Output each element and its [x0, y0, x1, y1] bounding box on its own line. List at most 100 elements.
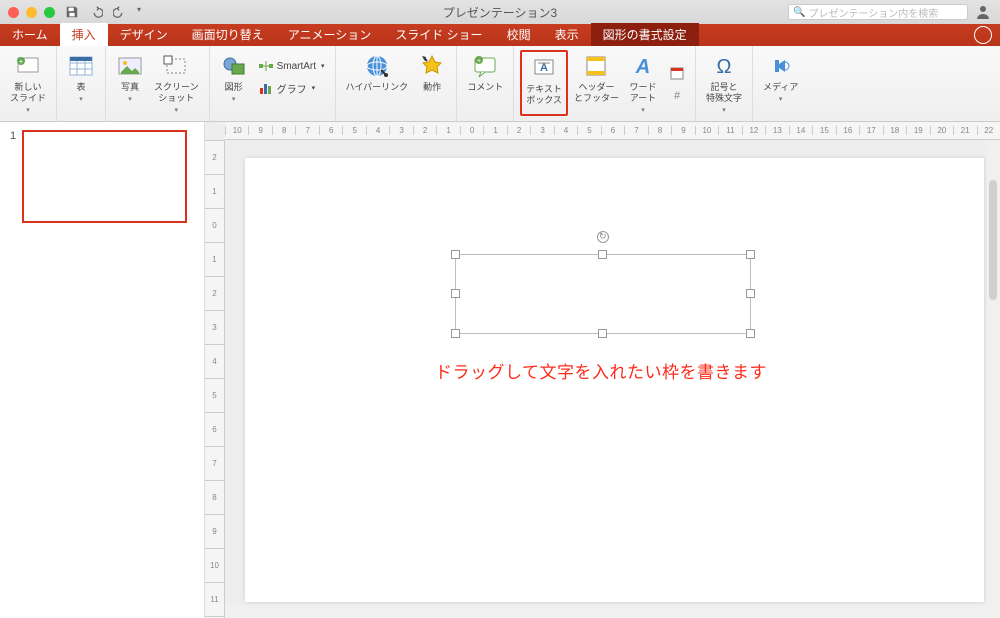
new-slide-icon: + — [14, 52, 42, 80]
ruler-tick: 1 — [483, 126, 506, 135]
tab-slideshow[interactable]: スライド ショー — [383, 23, 494, 46]
resize-handle-ml[interactable] — [451, 289, 460, 298]
action-button[interactable]: 動作 — [414, 50, 450, 95]
textbox-button[interactable]: A テキスト ボックス — [520, 50, 568, 116]
search-input[interactable]: 🔍 プレゼンテーション内を検索 — [788, 4, 968, 20]
action-label: 動作 — [423, 82, 441, 93]
resize-handle-tl[interactable] — [451, 250, 460, 259]
ruler-tick: 2 — [413, 126, 436, 135]
date-time-icon — [669, 65, 685, 81]
resize-handle-mr[interactable] — [746, 289, 755, 298]
ribbon: + 新しい スライド ▾ 表 ▾ 写真 ▾ スクリーン ショット ▾ — [0, 46, 1000, 122]
resize-handle-tr[interactable] — [746, 250, 755, 259]
tab-design[interactable]: デザイン — [108, 23, 180, 46]
maximize-window-button[interactable] — [44, 7, 55, 18]
shapes-button[interactable]: 図形 ▾ — [216, 50, 252, 105]
header-footer-button[interactable]: ヘッダー とフッター — [570, 50, 623, 116]
tab-home[interactable]: ホーム — [0, 23, 60, 46]
feedback-icon[interactable] — [974, 26, 992, 44]
ruler-tick: 1 — [205, 242, 224, 276]
ruler-tick: 6 — [205, 412, 224, 446]
save-icon[interactable] — [65, 5, 79, 19]
pictures-label: 写真 — [121, 82, 139, 93]
tab-animations[interactable]: アニメーション — [276, 23, 384, 46]
ruler-tick: 13 — [765, 126, 788, 135]
resize-handle-tm[interactable] — [598, 250, 607, 259]
resize-handle-bm[interactable] — [598, 329, 607, 338]
instruction-text: ドラッグして文字を入れたい枠を書きます — [435, 358, 767, 383]
scrollbar-thumb[interactable] — [989, 180, 997, 300]
minimize-window-button[interactable] — [26, 7, 37, 18]
ruler-tick: 10 — [225, 126, 248, 135]
ruler-tick: 5 — [342, 126, 365, 135]
ruler-tick: 10 — [205, 548, 224, 582]
horizontal-scrollbar[interactable] — [225, 605, 987, 618]
document-title: プレゼンテーション3 — [443, 4, 557, 21]
redo-icon[interactable] — [113, 5, 127, 19]
hyperlink-button[interactable]: ハイパーリンク — [342, 50, 413, 95]
quick-access-toolbar: ▾ — [65, 5, 151, 19]
ruler-tick: 9 — [248, 126, 271, 135]
textbox-shape[interactable] — [455, 254, 751, 334]
tab-shape-format[interactable]: 図形の書式設定 — [591, 23, 699, 46]
ruler-tick: 6 — [601, 126, 624, 135]
tab-view[interactable]: 表示 — [543, 23, 591, 46]
qat-dropdown-icon[interactable]: ▾ — [137, 5, 151, 19]
ruler-tick: 0 — [205, 208, 224, 242]
slide-canvas[interactable]: ドラッグして文字を入れたい枠を書きます — [245, 158, 984, 602]
table-button[interactable]: 表 ▾ — [63, 50, 99, 105]
workspace: 1 10987654321012345678910111213141516171… — [0, 122, 1000, 618]
ruler-tick: 21 — [953, 126, 976, 135]
screenshot-label: スクリーン ショット — [154, 82, 199, 104]
rotate-handle[interactable] — [597, 231, 609, 243]
search-placeholder: プレゼンテーション内を検索 — [808, 5, 938, 20]
vertical-scrollbar[interactable] — [987, 140, 1000, 618]
svg-text:Ω: Ω — [716, 56, 731, 78]
ruler-tick: 4 — [554, 126, 577, 135]
ruler-tick: 2 — [205, 276, 224, 310]
smartart-button[interactable]: SmartArt▾ — [254, 56, 329, 76]
comment-label: コメント — [467, 82, 503, 93]
resize-handle-bl[interactable] — [451, 329, 460, 338]
ruler-tick: 22 — [977, 126, 1000, 135]
symbols-label: 記号と 特殊文字 — [706, 82, 742, 104]
ruler-tick: 10 — [695, 126, 718, 135]
wordart-button[interactable]: A ワード アート ▾ — [625, 50, 661, 116]
ruler-tick: 2 — [507, 126, 530, 135]
new-slide-button[interactable]: + 新しい スライド ▾ — [6, 50, 50, 116]
svg-text:+: + — [477, 58, 481, 65]
tab-review[interactable]: 校閲 — [495, 23, 543, 46]
smartart-icon — [258, 58, 274, 74]
ruler-tick: 11 — [718, 126, 741, 135]
slide-thumbnail-1[interactable] — [22, 130, 187, 223]
textbox-label: テキスト ボックス — [526, 84, 562, 106]
svg-text:#: # — [674, 90, 681, 102]
horizontal-ruler: 1098765432101234567891011121314151617181… — [225, 122, 1000, 140]
undo-icon[interactable] — [89, 5, 103, 19]
user-account-icon[interactable] — [974, 3, 992, 21]
ruler-tick: 9 — [205, 514, 224, 548]
media-button[interactable]: メディア ▾ — [759, 50, 802, 105]
ruler-tick: 2 — [205, 140, 224, 174]
symbols-button[interactable]: Ω 記号と 特殊文字 ▾ — [702, 50, 746, 116]
chart-button[interactable]: グラフ▾ — [254, 78, 329, 98]
ruler-tick: 7 — [624, 126, 647, 135]
ruler-tick: 8 — [272, 126, 295, 135]
resize-handle-br[interactable] — [746, 329, 755, 338]
screenshot-icon — [162, 52, 190, 80]
ruler-tick: 5 — [205, 378, 224, 412]
comment-button[interactable]: + コメント — [463, 50, 507, 95]
date-time-button[interactable] — [665, 63, 689, 83]
svg-text:A: A — [635, 56, 650, 78]
tab-insert[interactable]: 挿入 — [60, 23, 108, 46]
ruler-tick: 1 — [436, 126, 459, 135]
tab-transitions[interactable]: 画面切り替え — [180, 23, 276, 46]
close-window-button[interactable] — [8, 7, 19, 18]
pictures-button[interactable]: 写真 ▾ — [112, 50, 148, 116]
ruler-tick: 18 — [883, 126, 906, 135]
wordart-label: ワード アート — [629, 82, 656, 104]
ruler-tick: 8 — [648, 126, 671, 135]
screenshot-button[interactable]: スクリーン ショット ▾ — [150, 50, 203, 116]
slide-number-button[interactable]: # — [665, 85, 689, 105]
ruler-tick: 7 — [295, 126, 318, 135]
